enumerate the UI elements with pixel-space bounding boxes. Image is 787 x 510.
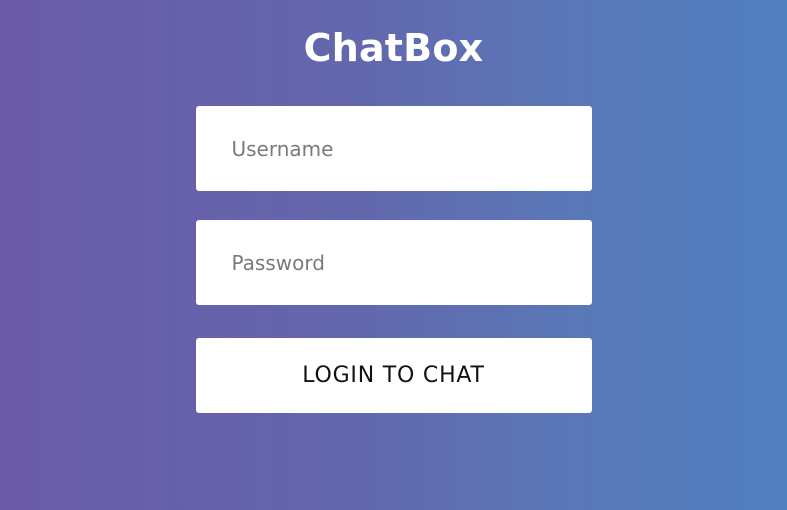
password-field-container [195, 220, 592, 305]
password-input[interactable] [231, 250, 576, 275]
login-page: ChatBox LOGIN TO CHAT [0, 0, 787, 510]
username-field-container [195, 106, 592, 191]
username-input[interactable] [231, 136, 576, 161]
login-form: LOGIN TO CHAT [195, 106, 592, 413]
page-title: ChatBox [303, 26, 484, 70]
login-button[interactable]: LOGIN TO CHAT [195, 338, 592, 413]
